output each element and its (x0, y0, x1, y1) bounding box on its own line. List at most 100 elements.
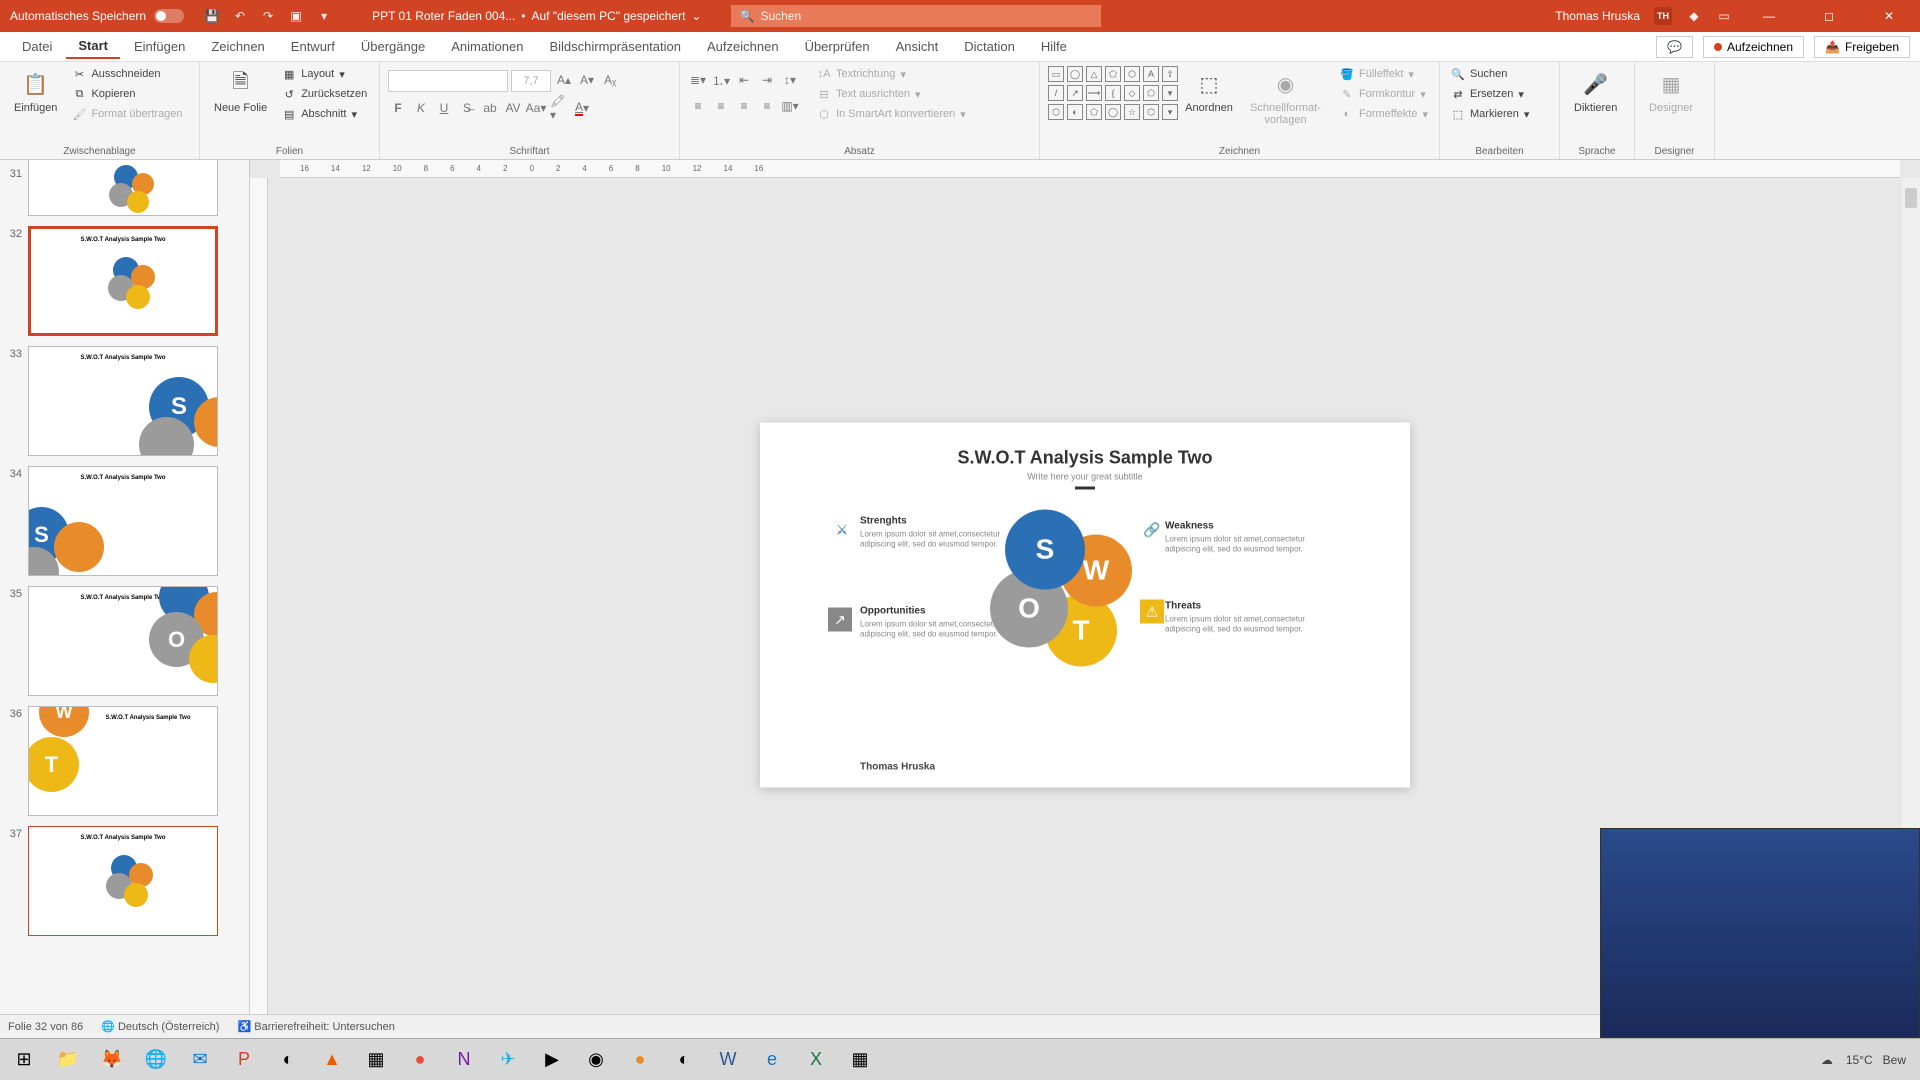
slide-main[interactable]: S.W.O.T Analysis Sample Two Write here y… (760, 423, 1410, 788)
app-icon[interactable]: ▦ (840, 1041, 880, 1079)
slide-thumbnail[interactable]: S.W.O.T Analysis Sample Two O (28, 586, 218, 696)
present-from-beginning-icon[interactable]: ▣ (288, 8, 304, 24)
layout-button[interactable]: ▦Layout ▾ (279, 66, 370, 82)
font-color-button[interactable]: A▾ (572, 98, 592, 118)
record-button[interactable]: Aufzeichnen (1703, 36, 1804, 58)
ribbon-mode-icon[interactable]: ▭ (1716, 8, 1732, 24)
share-button[interactable]: 📤 Freigeben (1814, 36, 1910, 58)
search-box[interactable]: 🔍 Suchen (731, 5, 1101, 27)
tab-uebergaenge[interactable]: Übergänge (349, 35, 437, 58)
close-button[interactable]: ✕ (1866, 0, 1912, 32)
excel-icon[interactable]: X (796, 1041, 836, 1079)
arrange-button[interactable]: ⬚Anordnen (1184, 66, 1234, 116)
align-center-button[interactable]: ≡ (711, 96, 731, 116)
undo-icon[interactable]: ↶ (232, 8, 248, 24)
qat-more-icon[interactable]: ▾ (316, 8, 332, 24)
tab-zeichnen[interactable]: Zeichnen (199, 35, 276, 58)
save-icon[interactable]: 💾 (204, 8, 220, 24)
clear-format-button[interactable]: Aᵪ (600, 70, 620, 90)
font-family-select[interactable] (388, 70, 508, 92)
powerpoint-icon[interactable]: P (224, 1041, 264, 1079)
app-icon[interactable]: ● (620, 1041, 660, 1079)
app-icon[interactable]: ● (400, 1041, 440, 1079)
spacing-button[interactable]: AV (503, 98, 523, 118)
shadow-button[interactable]: ab (480, 98, 500, 118)
edge-icon[interactable]: e (752, 1041, 792, 1079)
tab-bildschirmpraesentation[interactable]: Bildschirmpräsentation (537, 35, 693, 58)
numbering-button[interactable]: ⒈▾ (711, 70, 731, 90)
app-icon[interactable]: ◉ (576, 1041, 616, 1079)
autosave-toggle[interactable] (154, 9, 184, 23)
accessibility-checker[interactable]: ♿ Barrierefreiheit: Untersuchen (237, 1020, 394, 1033)
quick-styles-button[interactable]: ◉Schnellformat-vorlagen (1240, 66, 1331, 128)
tab-entwurf[interactable]: Entwurf (279, 35, 347, 58)
columns-button[interactable]: ▥▾ (780, 96, 800, 116)
grow-font-button[interactable]: A▴ (554, 70, 574, 90)
strike-button[interactable]: S̶ (457, 98, 477, 118)
shrink-font-button[interactable]: A▾ (577, 70, 597, 90)
paste-button[interactable]: 📋 Einfügen (8, 66, 63, 116)
user-avatar[interactable]: TH (1654, 7, 1672, 25)
align-left-button[interactable]: ≡ (688, 96, 708, 116)
vlc-icon[interactable]: ▲ (312, 1041, 352, 1079)
tab-ansicht[interactable]: Ansicht (884, 35, 951, 58)
tab-start[interactable]: Start (66, 34, 120, 59)
copy-button[interactable]: ⧉Kopieren (69, 86, 185, 102)
justify-button[interactable]: ≡ (757, 96, 777, 116)
coming-soon-icon[interactable]: ◆ (1686, 8, 1702, 24)
app-icon[interactable]: ◐ (664, 1041, 704, 1079)
select-button[interactable]: ⬚Markieren ▾ (1448, 106, 1532, 122)
maximize-button[interactable]: ◻ (1806, 0, 1852, 32)
font-size-select[interactable]: 7,7 (511, 70, 551, 92)
align-right-button[interactable]: ≡ (734, 96, 754, 116)
word-icon[interactable]: W (708, 1041, 748, 1079)
slide-thumbnail[interactable] (28, 160, 218, 216)
align-text-button[interactable]: ⊟Text ausrichten ▾ (814, 86, 969, 102)
text-direction-button[interactable]: ↕ATextrichtung ▾ (814, 66, 969, 82)
tab-ueberpruefen[interactable]: Überprüfen (793, 35, 882, 58)
replace-button[interactable]: ⇄Ersetzen ▾ (1448, 86, 1532, 102)
highlight-button[interactable]: 🖍▾ (549, 98, 569, 118)
tab-aufzeichnen[interactable]: Aufzeichnen (695, 35, 791, 58)
bullets-button[interactable]: ≣▾ (688, 70, 708, 90)
slide-thumbnail[interactable]: S.W.O.T Analysis Sample Two (28, 226, 218, 336)
start-button[interactable]: ⊞ (4, 1041, 44, 1079)
indent-left-button[interactable]: ⇤ (734, 70, 754, 90)
chrome-icon[interactable]: 🌐 (136, 1041, 176, 1079)
telegram-icon[interactable]: ✈ (488, 1041, 528, 1079)
tab-datei[interactable]: Datei (10, 35, 64, 58)
firefox-icon[interactable]: 🦊 (92, 1041, 132, 1079)
shape-fill-button[interactable]: 🪣Fülleffekt ▾ (1337, 66, 1431, 82)
italic-button[interactable]: K (411, 98, 431, 118)
case-button[interactable]: Aa▾ (526, 98, 546, 118)
find-button[interactable]: 🔍Suchen (1448, 66, 1532, 82)
filename-dropdown-icon[interactable]: ⌄ (691, 9, 701, 23)
designer-button[interactable]: ▦Designer (1643, 66, 1699, 116)
reset-button[interactable]: ↺Zurücksetzen (279, 86, 370, 102)
slide-thumbnail[interactable]: S.W.O.T Analysis Sample Two S (28, 466, 218, 576)
weather-icon[interactable]: ☁ (1818, 1051, 1836, 1069)
slide-counter[interactable]: Folie 32 von 86 (8, 1021, 83, 1033)
slide-thumbnail[interactable]: W T S.W.O.T Analysis Sample Two (28, 706, 218, 816)
format-painter-button[interactable]: 🖌Format übertragen (69, 106, 185, 122)
tab-hilfe[interactable]: Hilfe (1029, 35, 1079, 58)
dictate-button[interactable]: 🎤Diktieren (1568, 66, 1623, 116)
bold-button[interactable]: F (388, 98, 408, 118)
shapes-gallery[interactable]: ▭◯△⬠⬡A⇧ /↗⟶{◇⬠▾ ⬡◐⬠◯☆⬡▾ (1048, 66, 1178, 120)
underline-button[interactable]: U (434, 98, 454, 118)
new-slide-button[interactable]: 🗎 Neue Folie (208, 66, 273, 116)
section-button[interactable]: ▤Abschnitt ▾ (279, 106, 370, 122)
comments-button[interactable]: 💬 (1656, 36, 1693, 58)
slide-thumbnail[interactable]: S.W.O.T Analysis Sample Two (28, 826, 218, 936)
shape-effects-button[interactable]: ◐Formeffekte ▾ (1337, 106, 1431, 122)
slide-thumbnail[interactable]: S.W.O.T Analysis Sample Two S (28, 346, 218, 456)
tab-animationen[interactable]: Animationen (439, 35, 535, 58)
app-icon[interactable]: ◐ (268, 1041, 308, 1079)
app-icon[interactable]: ▦ (356, 1041, 396, 1079)
file-explorer-icon[interactable]: 📁 (48, 1041, 88, 1079)
redo-icon[interactable]: ↷ (260, 8, 276, 24)
shape-outline-button[interactable]: ✎Formkontur ▾ (1337, 86, 1431, 102)
minimize-button[interactable]: — (1746, 0, 1792, 32)
temperature[interactable]: 15°C (1846, 1053, 1873, 1067)
indent-right-button[interactable]: ⇥ (757, 70, 777, 90)
